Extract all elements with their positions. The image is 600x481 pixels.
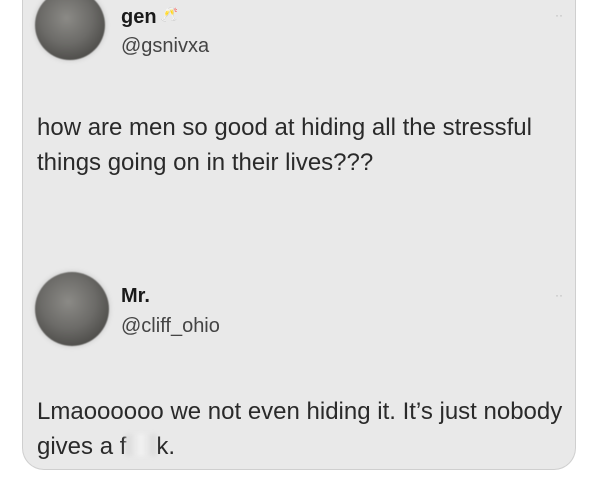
tweet-text-part-1: Lmaoooooo we not even hiding it. It’s ju…: [37, 398, 563, 460]
more-options-icon[interactable]: ··: [555, 288, 563, 302]
tweet-thread-card: gen 🥂 @gsnivxa ·· how are men so good at …: [22, 0, 576, 470]
champagne-emoji-icon: 🥂: [160, 6, 178, 22]
avatar[interactable]: [35, 0, 105, 60]
tweet-1[interactable]: gen 🥂 @gsnivxa ·· how are men so good at …: [23, 0, 575, 220]
user-handle[interactable]: @gsnivxa: [121, 35, 209, 58]
censor-blur: [126, 434, 157, 456]
display-name[interactable]: gen 🥂: [121, 6, 178, 29]
avatar[interactable]: [35, 272, 109, 346]
tweet-text: Lmaoooooo we not even hiding it. It’s ju…: [37, 394, 577, 464]
display-name[interactable]: Mr.: [121, 285, 150, 308]
tweet-2[interactable]: Mr. @cliff_ohio ·· Lmaoooooo we not even…: [23, 270, 575, 470]
user-handle[interactable]: @cliff_ohio: [121, 315, 220, 338]
more-options-icon[interactable]: ··: [555, 8, 563, 22]
tweet-text: how are men so good at hiding all the st…: [37, 114, 532, 176]
tweet-text-part-2: k.: [156, 433, 176, 460]
